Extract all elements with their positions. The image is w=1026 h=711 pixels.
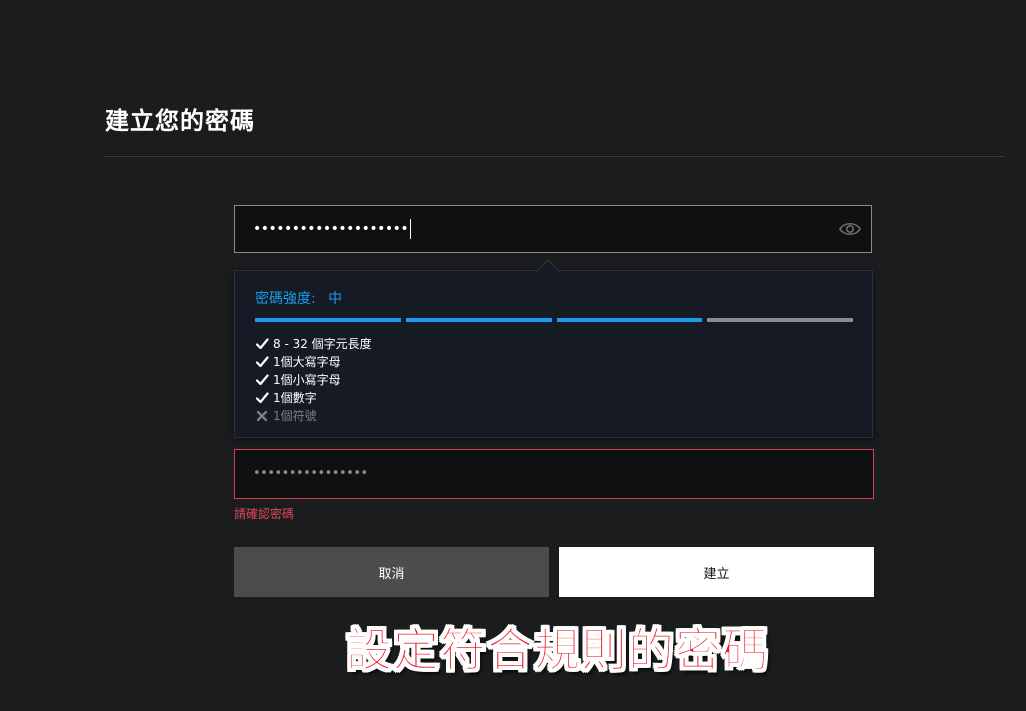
close-icon <box>255 409 269 423</box>
strength-level: 中 <box>328 291 343 307</box>
password-value: •••••••••••••••••••• <box>253 216 412 242</box>
strength-label: 密碼強度: <box>255 291 316 307</box>
eye-icon[interactable] <box>839 220 861 238</box>
rule-item: 1個小寫字母 <box>255 371 372 389</box>
title-divider <box>104 156 1004 157</box>
confirm-password-value: •••••••••••••••• <box>253 466 368 481</box>
rule-text: 1個符號 <box>273 409 317 423</box>
strength-indicator: 密碼強度: 中 <box>255 289 342 309</box>
password-rules-list: 8 - 32 個字元長度 1個大寫字母 1個小寫字母 1個數字 1個符號 <box>255 335 372 425</box>
rule-item: 1個大寫字母 <box>255 353 372 371</box>
check-icon <box>255 355 269 369</box>
strength-segment <box>556 318 703 322</box>
check-icon <box>255 391 269 405</box>
annotation-caption: 設定符合規則的密碼 <box>346 623 769 678</box>
rule-text: 8 - 32 個字元長度 <box>273 337 372 351</box>
strength-segment <box>255 318 401 322</box>
page-title: 建立您的密碼 <box>105 107 255 135</box>
popover-arrow <box>537 261 559 272</box>
strength-meter <box>255 318 853 322</box>
rule-item: 1個符號 <box>255 407 372 425</box>
rule-text: 1個數字 <box>273 391 317 405</box>
strength-segment <box>405 318 552 322</box>
confirm-password-error: 請確認密碼 <box>234 507 295 521</box>
rule-item: 8 - 32 個字元長度 <box>255 335 372 353</box>
check-icon <box>255 373 269 387</box>
password-strength-popover: 密碼強度: 中 8 - 32 個字元長度 1個大寫字母 1個小寫字母 1個數字 … <box>234 270 873 438</box>
rule-text: 1個大寫字母 <box>273 355 341 369</box>
rule-text: 1個小寫字母 <box>273 373 341 387</box>
rule-item: 1個數字 <box>255 389 372 407</box>
strength-segment <box>707 318 853 322</box>
confirm-password-input[interactable]: •••••••••••••••• <box>234 449 874 499</box>
cancel-button[interactable]: 取消 <box>234 547 549 597</box>
create-button[interactable]: 建立 <box>559 547 874 597</box>
password-input[interactable]: •••••••••••••••••••• <box>234 205 872 253</box>
text-caret <box>410 219 412 239</box>
check-icon <box>255 337 269 351</box>
